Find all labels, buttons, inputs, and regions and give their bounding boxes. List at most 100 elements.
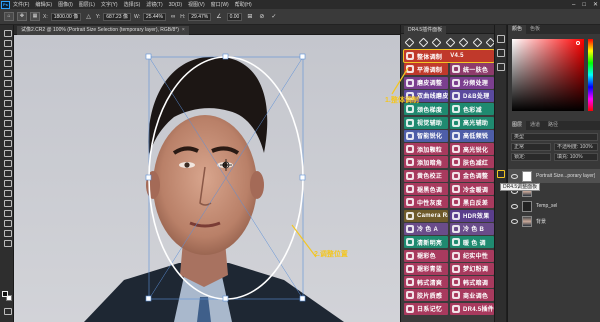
visibility-eye-icon[interactable] bbox=[511, 203, 518, 209]
plugin-button[interactable]: 褪彩青蓝 bbox=[404, 262, 448, 275]
blur-tool-icon[interactable] bbox=[3, 159, 12, 167]
menu-type[interactable]: 文字(Y) bbox=[101, 1, 118, 8]
y-field[interactable]: 687.23 像 bbox=[103, 12, 131, 21]
dr-panel-icon[interactable] bbox=[497, 170, 505, 178]
plugin-button[interactable]: 暖 色 调 bbox=[450, 236, 494, 249]
plugin-mask-icon[interactable] bbox=[431, 37, 440, 46]
plugin-button[interactable]: 添加颗粒 bbox=[404, 143, 448, 156]
plugin-button[interactable]: 金色调整 bbox=[450, 169, 494, 182]
plugin-button[interactable]: D&B处理 bbox=[450, 89, 494, 102]
plugin-button[interactable]: 梦幻粉调 bbox=[450, 262, 494, 275]
eraser-tool-icon[interactable] bbox=[3, 139, 12, 147]
visibility-eye-icon[interactable] bbox=[511, 218, 518, 224]
plugin-button[interactable]: Camera Raw bbox=[404, 209, 448, 222]
shape-tool-icon[interactable] bbox=[3, 209, 12, 217]
menu-layer[interactable]: 图层(L) bbox=[79, 1, 95, 8]
menu-edit[interactable]: 编辑(E) bbox=[35, 1, 52, 8]
document-tab[interactable]: 试像2.CR2 @ 100% (Portrait Size Selection … bbox=[17, 26, 189, 35]
plugin-button[interactable]: 胶片质感 bbox=[404, 289, 448, 302]
menu-3d[interactable]: 3D(D) bbox=[169, 2, 182, 8]
plugin-button[interactable]: 高低频锐 bbox=[450, 129, 494, 142]
height-field[interactable]: 29.47% bbox=[188, 12, 212, 21]
home-icon[interactable]: ⌂ bbox=[4, 12, 14, 21]
blend-mode-select[interactable]: 正常 bbox=[511, 143, 551, 151]
plugin-button[interactable]: 清新明亮 bbox=[404, 236, 448, 249]
marquee-tool-icon[interactable] bbox=[3, 39, 12, 47]
plugin-button[interactable]: 色彩减 bbox=[450, 103, 494, 116]
plugin-title[interactable]: DR4.5插件面板 bbox=[404, 26, 447, 34]
plugin-button[interactable]: 分频处理 bbox=[450, 76, 494, 89]
layer-row[interactable]: Temp_sel bbox=[508, 199, 600, 213]
plugin-button[interactable]: 肤色减红 bbox=[450, 156, 494, 169]
properties-icon[interactable] bbox=[497, 49, 505, 57]
plugin-button[interactable]: 视觉辅助 bbox=[404, 116, 448, 129]
maximize-button[interactable]: □ bbox=[582, 2, 586, 8]
plugin-button[interactable]: 黄色校正 bbox=[404, 169, 448, 182]
plugin-button[interactable]: 冷 色 A bbox=[404, 222, 448, 235]
plugin-button[interactable]: 添加暗角 bbox=[404, 156, 448, 169]
tab-color[interactable]: 颜色 bbox=[508, 25, 527, 34]
plugin-button[interactable]: 磨皮调整 bbox=[404, 76, 448, 89]
eyedropper-tool-icon[interactable] bbox=[3, 89, 12, 97]
menu-help[interactable]: 帮助(H) bbox=[235, 1, 252, 8]
menu-select[interactable]: 选择(S) bbox=[124, 1, 141, 8]
brush-tool-icon[interactable] bbox=[3, 109, 12, 117]
color-picker-field[interactable] bbox=[512, 39, 584, 111]
plugin-eraser-icon[interactable] bbox=[458, 37, 467, 46]
move-tool-preset-icon[interactable]: ✥ bbox=[17, 12, 27, 21]
more-tools-icon[interactable] bbox=[3, 239, 12, 247]
plugin-button[interactable]: 统一肤色 bbox=[450, 63, 494, 76]
history-brush-tool-icon[interactable] bbox=[3, 129, 12, 137]
frame-tool-icon[interactable] bbox=[3, 79, 12, 87]
plugin-button[interactable]: 褪彩色 bbox=[404, 249, 448, 262]
move-tool-icon[interactable] bbox=[3, 29, 12, 37]
menu-window[interactable]: 窗口(W) bbox=[211, 1, 229, 8]
opacity-field[interactable]: 不透明度: 100% bbox=[554, 143, 598, 151]
commit-transform-icon[interactable]: ✓ bbox=[271, 13, 276, 20]
tab-swatches[interactable]: 色板 bbox=[526, 25, 544, 34]
link-icon[interactable]: ∞ bbox=[171, 14, 175, 20]
minimize-button[interactable]: – bbox=[572, 2, 575, 8]
fill-field[interactable]: 填充: 100% bbox=[554, 153, 598, 161]
plugin-button[interactable]: HDR效果 bbox=[450, 209, 494, 222]
plugin-brush-icon[interactable] bbox=[404, 37, 413, 46]
plugin-button[interactable]: 整体调制 V4.5 bbox=[403, 49, 495, 63]
crop-tool-icon[interactable] bbox=[3, 69, 12, 77]
foreground-color-swatch[interactable] bbox=[2, 291, 8, 297]
plugin-button[interactable]: DR4.5插件 bbox=[450, 302, 494, 315]
healing-brush-tool-icon[interactable] bbox=[3, 99, 12, 107]
plugin-stamp-icon[interactable] bbox=[445, 37, 454, 46]
plugin-button[interactable]: 高光锐化 bbox=[450, 143, 494, 156]
plugin-button[interactable]: 冷 色 B bbox=[450, 222, 494, 235]
tab-channels[interactable]: 通道 bbox=[526, 121, 544, 130]
delta-icon[interactable]: △ bbox=[86, 13, 91, 20]
tab-layers[interactable]: 图层 bbox=[508, 121, 527, 130]
quick-select-tool-icon[interactable] bbox=[3, 59, 12, 67]
dodge-tool-icon[interactable] bbox=[3, 169, 12, 177]
plugin-button[interactable]: 中性灰度 bbox=[404, 196, 448, 209]
plugin-button[interactable]: 韩式暗调 bbox=[450, 276, 494, 289]
reference-point-icon[interactable]: ▦ bbox=[30, 12, 40, 21]
plugin-pen-icon[interactable] bbox=[418, 37, 427, 46]
cancel-transform-icon[interactable]: ⊘ bbox=[259, 13, 264, 20]
plugin-button[interactable]: 平滑调制 bbox=[404, 63, 448, 76]
menu-image[interactable]: 图像(I) bbox=[58, 1, 73, 8]
hand-tool-icon[interactable] bbox=[3, 219, 12, 227]
layer-kind-filter[interactable]: 类型 bbox=[511, 133, 598, 141]
menu-view[interactable]: 视图(V) bbox=[188, 1, 205, 8]
history-icon[interactable] bbox=[497, 35, 505, 43]
plugin-button[interactable]: 高光辅助 bbox=[450, 116, 494, 129]
plugin-button[interactable]: 冷金暖调 bbox=[450, 183, 494, 195]
quick-mask-icon[interactable] bbox=[3, 307, 12, 315]
gradient-tool-icon[interactable] bbox=[3, 149, 12, 157]
plugin-button[interactable]: 褪黑色调 bbox=[404, 183, 448, 195]
plugin-button[interactable]: 日系记忆 bbox=[404, 302, 448, 315]
warp-icon[interactable]: ⊞ bbox=[247, 13, 252, 20]
plugin-gradient-icon[interactable] bbox=[472, 37, 481, 46]
x-field[interactable]: 1800.00 像 bbox=[50, 12, 82, 21]
plugin-button[interactable]: 黑白反差 bbox=[450, 196, 494, 209]
angle-field[interactable]: 0.00 bbox=[226, 12, 243, 21]
plugin-dodge-icon[interactable] bbox=[485, 37, 494, 46]
plugin-button[interactable]: 智能锐化 bbox=[404, 129, 448, 142]
width-field[interactable]: 25.44% bbox=[143, 12, 166, 21]
